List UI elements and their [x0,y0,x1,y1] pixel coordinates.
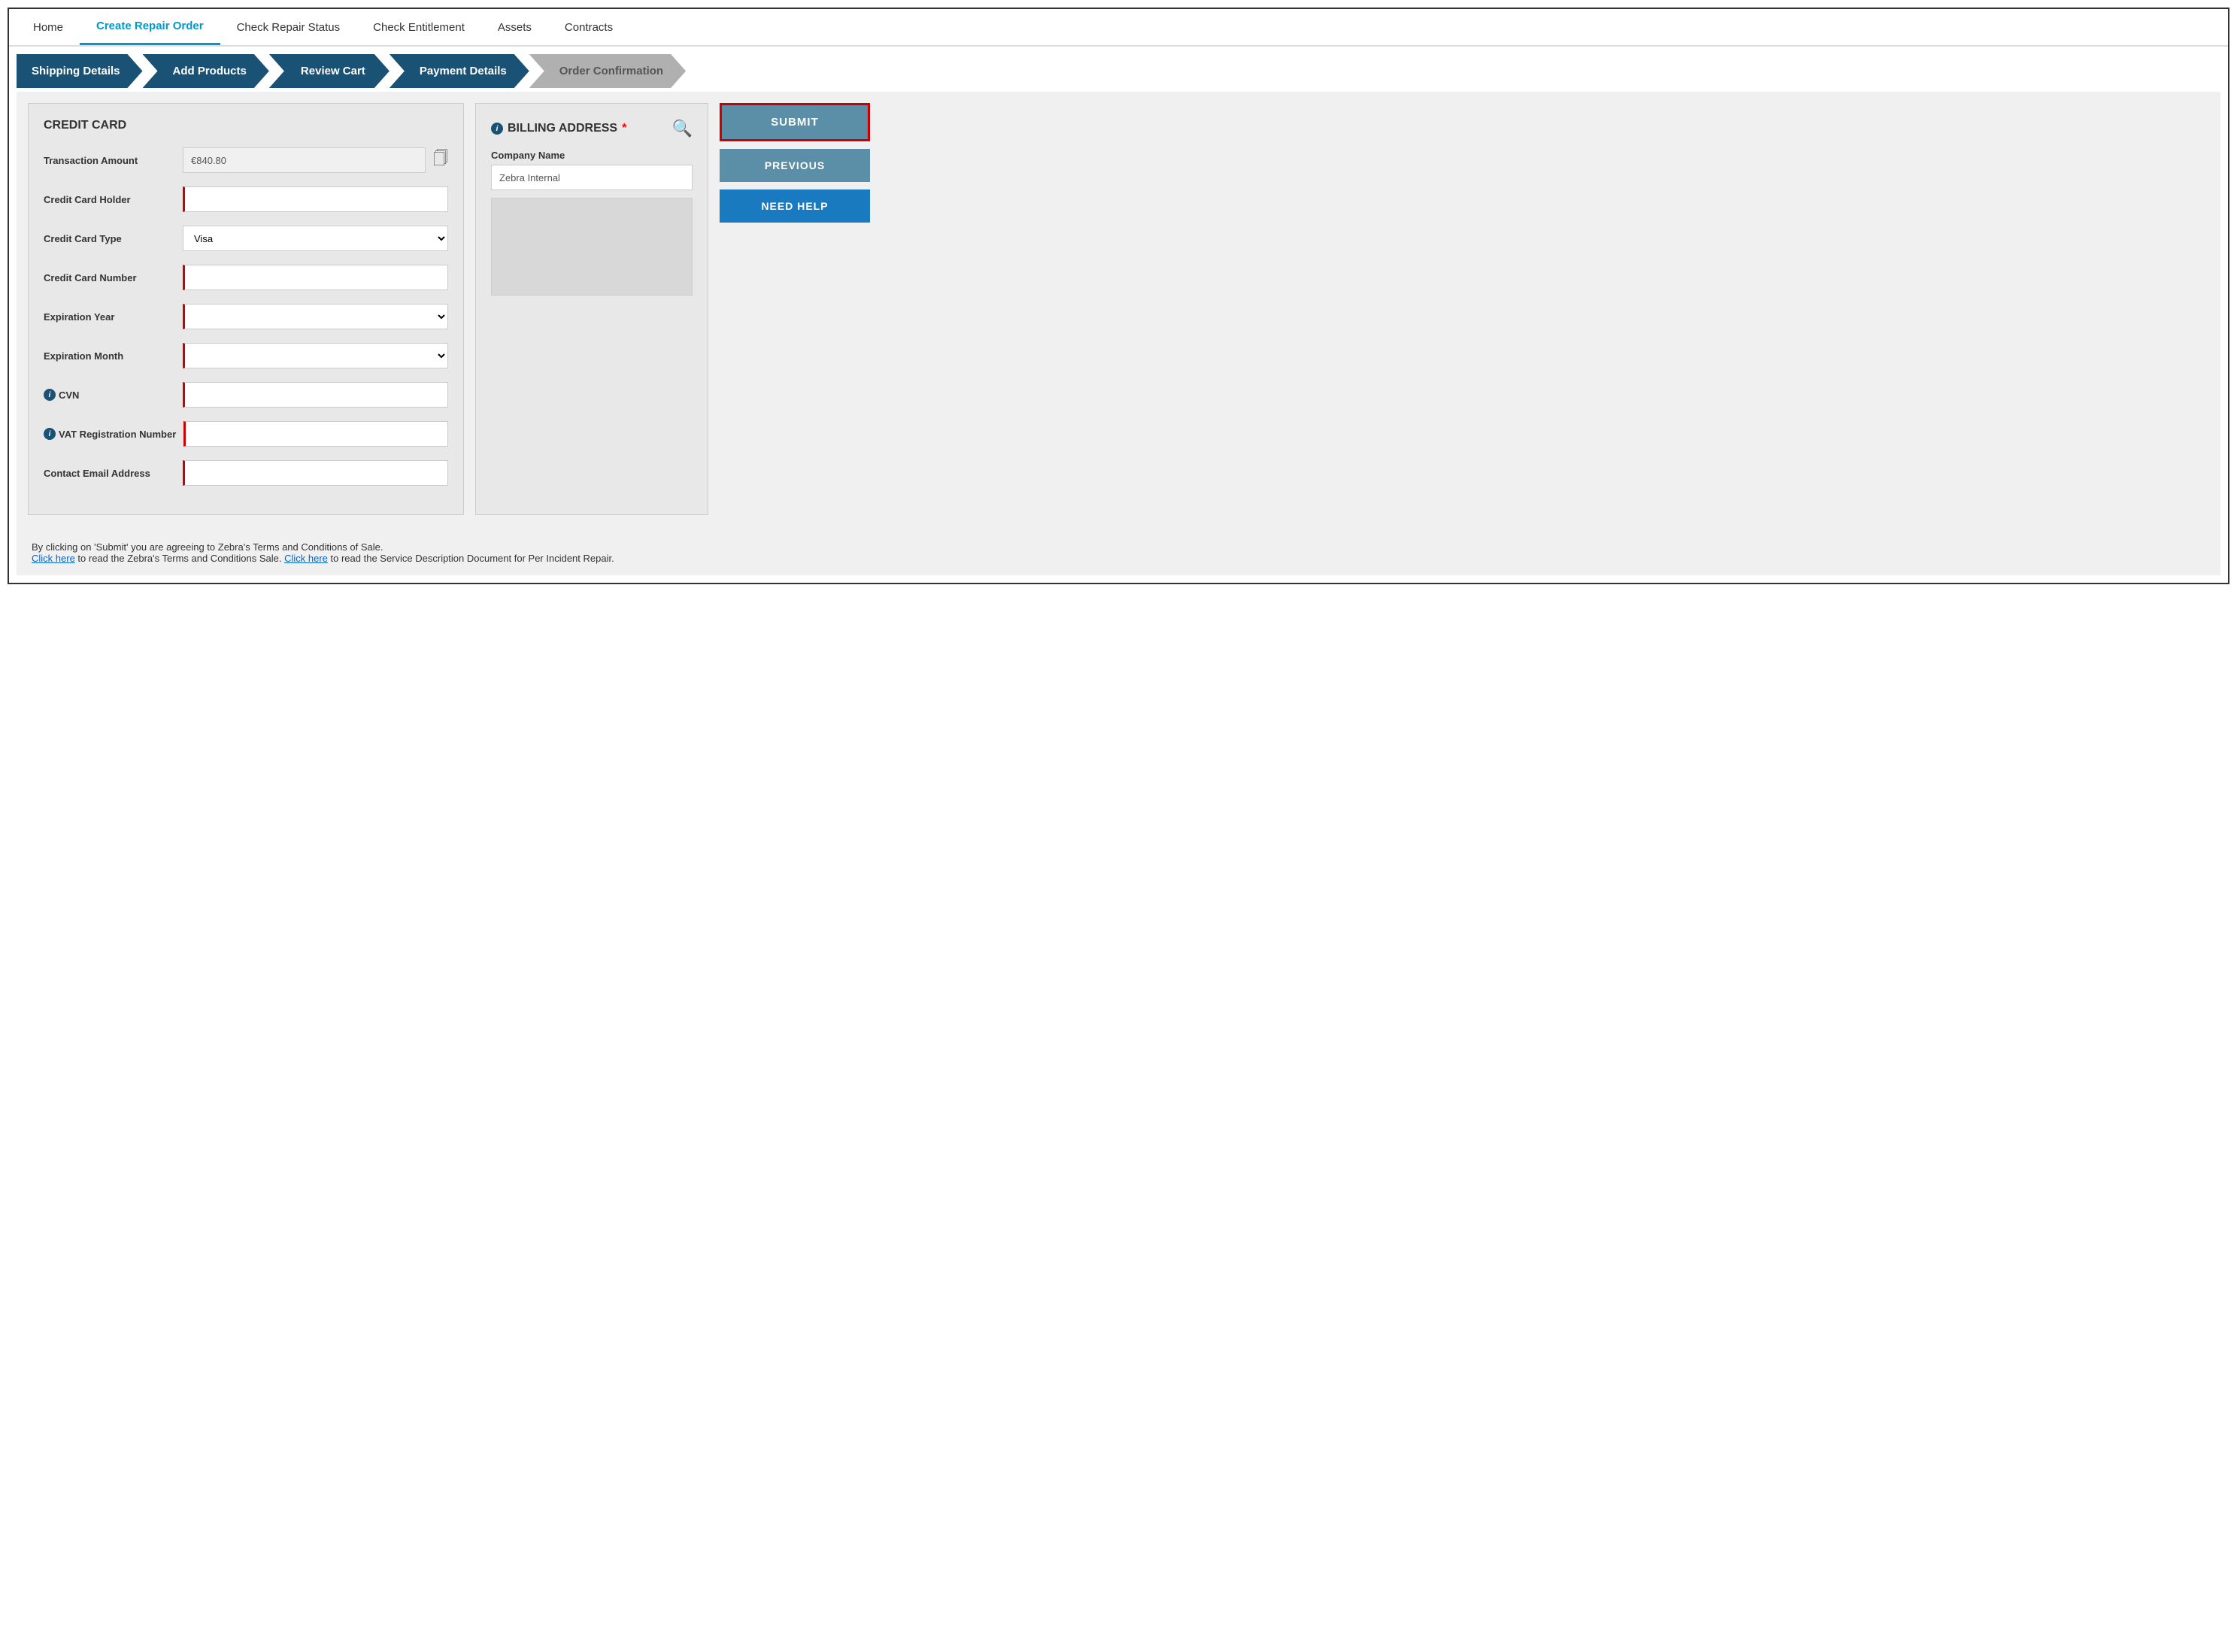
wizard-step-review-cart[interactable]: Review Cart [269,54,390,88]
required-star: * [622,122,626,135]
copy-icon[interactable]: 🗍 [433,147,448,173]
credit-card-holder-label: Credit Card Holder [44,194,175,205]
footer-text3: to read the Service Description Document… [331,553,614,564]
footer-link1[interactable]: Click here [32,553,75,564]
nav-check-entitlement[interactable]: Check Entitlement [356,11,481,44]
credit-card-number-row: Credit Card Number [44,265,448,290]
main-content: CREDIT CARD Transaction Amount 🗍 Credit … [17,92,2220,526]
cvn-label: i CVN [44,389,175,401]
contact-email-row: Contact Email Address [44,460,448,486]
nav-create-repair-order[interactable]: Create Repair Order [80,9,220,45]
expiration-year-select[interactable] [183,304,448,329]
vat-label: i VAT Registration Number [44,428,176,440]
wizard-step-order-confirmation: Order Confirmation [529,54,686,88]
vat-info-icon[interactable]: i [44,428,56,440]
billing-info-icon[interactable]: i [491,123,503,135]
credit-card-holder-input[interactable] [183,186,448,212]
expiration-year-row: Expiration Year [44,304,448,329]
expiration-month-label: Expiration Month [44,350,175,362]
credit-card-type-label: Credit Card Type [44,233,175,244]
credit-card-number-label: Credit Card Number [44,272,175,283]
credit-card-number-input[interactable] [183,265,448,290]
footer-links: Click here to read the Zebra's Terms and… [32,553,2205,564]
transaction-amount-row: Transaction Amount 🗍 [44,147,448,173]
contact-email-input[interactable] [183,460,448,486]
company-name-label: Company Name [491,150,693,161]
nav-bar: Home Create Repair Order Check Repair St… [9,9,2228,47]
cvn-info-icon[interactable]: i [44,389,56,401]
expiration-month-select[interactable] [183,343,448,368]
wizard-bar: Shipping Details Add Products Review Car… [17,54,2220,88]
credit-card-type-select[interactable]: Visa Mastercard Amex [183,226,448,251]
expiration-month-row: Expiration Month [44,343,448,368]
wizard-step-payment-details[interactable]: Payment Details [390,54,529,88]
contact-email-label: Contact Email Address [44,468,175,479]
nav-assets[interactable]: Assets [481,11,548,44]
billing-title: i BILLING ADDRESS * 🔍 [491,119,693,138]
footer: By clicking on 'Submit' you are agreeing… [17,526,2220,575]
actions-panel: SUBMIT PREVIOUS NEED HELP [720,103,870,515]
vat-row: i VAT Registration Number [44,421,448,447]
expiration-year-label: Expiration Year [44,311,175,323]
footer-text2: to read the Zebra's Terms and Conditions… [77,553,284,564]
credit-card-panel: CREDIT CARD Transaction Amount 🗍 Credit … [28,103,464,515]
vat-input[interactable] [183,421,448,447]
submit-button[interactable]: SUBMIT [720,103,870,141]
nav-home[interactable]: Home [17,11,80,44]
transaction-amount-label: Transaction Amount [44,155,175,166]
help-button[interactable]: NEED HELP [720,189,870,223]
nav-check-repair-status[interactable]: Check Repair Status [220,11,357,44]
billing-search-icon[interactable]: 🔍 [672,119,693,138]
wizard-step-shipping[interactable]: Shipping Details [17,54,143,88]
previous-button[interactable]: PREVIOUS [720,149,870,182]
nav-contracts[interactable]: Contracts [548,11,629,44]
credit-card-title: CREDIT CARD [44,119,448,132]
footer-text1: By clicking on 'Submit' you are agreeing… [32,541,2205,553]
company-name-input[interactable] [491,165,693,190]
credit-card-holder-row: Credit Card Holder [44,186,448,212]
billing-panel: i BILLING ADDRESS * 🔍 Company Name [475,103,708,515]
cvn-input[interactable] [183,382,448,408]
billing-address-textarea[interactable] [491,198,693,296]
cvn-row: i CVN [44,382,448,408]
footer-link2[interactable]: Click here [284,553,328,564]
transaction-amount-input [183,147,426,173]
wizard-step-add-products[interactable]: Add Products [143,54,269,88]
credit-card-type-row: Credit Card Type Visa Mastercard Amex [44,226,448,251]
